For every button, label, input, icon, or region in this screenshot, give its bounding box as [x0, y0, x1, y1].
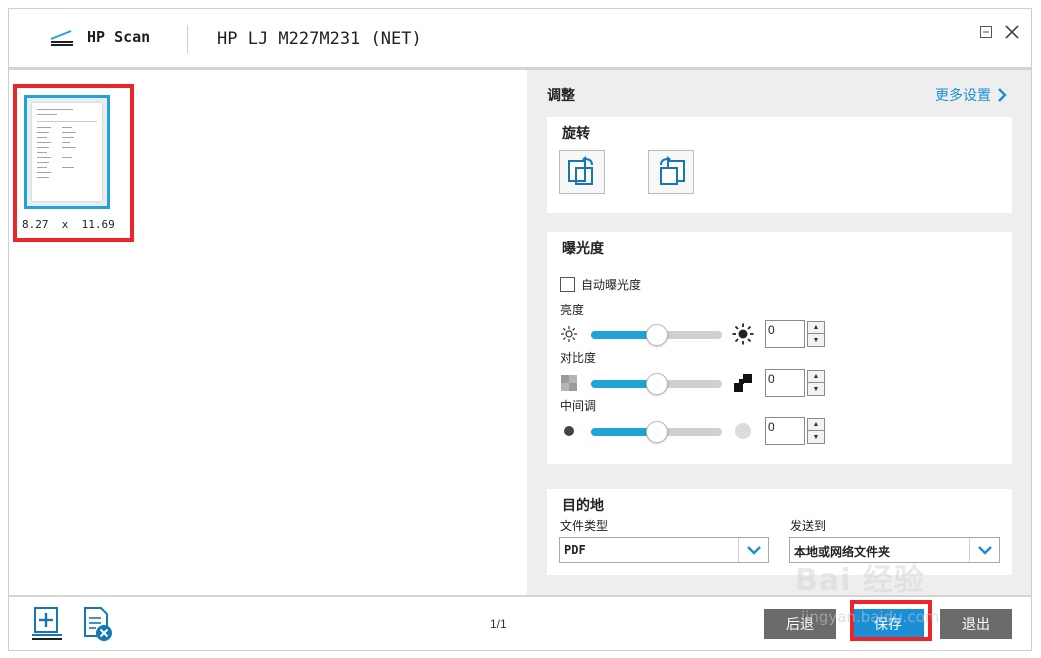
- destination-title: 目的地: [562, 497, 604, 513]
- midtone-value-input[interactable]: 0: [765, 417, 805, 445]
- midtone-label: 中间调: [560, 399, 597, 413]
- add-page-button[interactable]: [27, 604, 67, 644]
- file-type-select[interactable]: PDF: [559, 537, 769, 563]
- midtone-slider-thumb[interactable]: [645, 421, 668, 443]
- delete-page-button[interactable]: [77, 604, 117, 644]
- contrast-decrease-button[interactable]: ▼: [808, 383, 824, 395]
- destination-card: 目的地 文件类型 PDF 发送到 本地或网络文件夹: [547, 489, 1012, 575]
- contrast-increase-button[interactable]: ▲: [808, 371, 824, 383]
- chevron-down-icon: [738, 538, 768, 562]
- contrast-low-icon: [559, 373, 579, 393]
- contrast-slider-thumb[interactable]: [645, 373, 668, 395]
- brightness-slider-thumb[interactable]: [645, 324, 668, 346]
- page-counter: 1/1: [490, 617, 507, 631]
- sun-large-icon: [731, 323, 755, 345]
- close-button[interactable]: [1001, 21, 1023, 43]
- minimize-button[interactable]: [975, 21, 997, 43]
- settings-panel: 调整 更多设置 旋转 曝光度 自动曝光度 亮度 0 ▲ ▼ 对比度 0 ▲ ▼ …: [527, 70, 1031, 595]
- save-button[interactable]: 保存: [852, 609, 924, 639]
- contrast-slider-row: 0 ▲ ▼: [559, 369, 829, 397]
- contrast-value-input[interactable]: 0: [765, 369, 805, 397]
- header-divider: [187, 25, 188, 53]
- rotate-right-button[interactable]: [648, 150, 694, 194]
- file-type-value: PDF: [564, 543, 586, 557]
- sun-small-icon: [559, 324, 579, 344]
- contrast-label: 对比度: [560, 351, 597, 365]
- more-settings-link[interactable]: 更多设置: [935, 85, 1007, 105]
- send-to-select[interactable]: 本地或网络文件夹: [789, 537, 1000, 563]
- footer-bar: 1/1 后退 保存 退出: [9, 597, 1031, 650]
- auto-exposure-label: 自动曝光度: [581, 278, 642, 292]
- rotate-title: 旋转: [562, 125, 590, 141]
- hp-scan-window: HP Scan HP LJ M227M231 (NET) 8.27 x 11.6…: [8, 8, 1032, 651]
- midtone-slider[interactable]: [591, 421, 722, 443]
- brightness-label: 亮度: [560, 303, 585, 317]
- send-to-label: 发送到: [790, 519, 827, 533]
- contrast-high-icon: [731, 373, 755, 393]
- thumbnail-size-label: 8.27 x 11.69: [22, 218, 115, 231]
- close-icon: [1005, 25, 1019, 39]
- title-bar: HP Scan HP LJ M227M231 (NET): [9, 9, 1031, 67]
- brand: HP Scan: [49, 27, 150, 47]
- contrast-slider[interactable]: [591, 373, 722, 395]
- rotate-left-button[interactable]: [559, 150, 605, 194]
- midtone-increase-button[interactable]: ▲: [808, 419, 824, 431]
- page-thumbnail[interactable]: [24, 95, 110, 209]
- scanner-icon: [49, 27, 75, 47]
- midtone-decrease-button[interactable]: ▼: [808, 431, 824, 443]
- preview-area: 8.27 x 11.69: [9, 70, 527, 595]
- adjust-title: 调整: [547, 87, 575, 103]
- brightness-decrease-button[interactable]: ▼: [808, 334, 824, 346]
- add-page-icon: [32, 607, 62, 640]
- rotate-card: 旋转: [547, 117, 1012, 213]
- thumbnail-page: [32, 103, 102, 201]
- light-dot-icon: [731, 421, 755, 441]
- brightness-increase-button[interactable]: ▲: [808, 322, 824, 334]
- brightness-slider-row: 0 ▲ ▼: [559, 320, 829, 348]
- send-to-value: 本地或网络文件夹: [794, 545, 891, 559]
- rotate-left-icon: [568, 156, 593, 185]
- rotate-right-icon: [660, 156, 685, 185]
- brightness-slider[interactable]: [591, 324, 722, 346]
- dark-dot-icon: [559, 421, 579, 441]
- auto-exposure-checkbox[interactable]: [560, 277, 575, 292]
- midtone-slider-row: 0 ▲ ▼: [559, 417, 829, 445]
- minimize-icon: [980, 26, 992, 38]
- contrast-spinner: ▲ ▼: [807, 370, 825, 396]
- file-type-label: 文件类型: [560, 519, 609, 533]
- auto-exposure-option[interactable]: 自动曝光度: [560, 276, 641, 293]
- more-settings-label: 更多设置: [935, 87, 991, 103]
- device-name: HP LJ M227M231 (NET): [217, 29, 422, 49]
- exposure-title: 曝光度: [562, 240, 604, 256]
- back-button[interactable]: 后退: [764, 609, 836, 639]
- exit-button[interactable]: 退出: [940, 609, 1012, 639]
- delete-page-icon: [84, 607, 112, 641]
- chevron-right-icon: [998, 88, 1007, 102]
- brightness-spinner: ▲ ▼: [807, 321, 825, 347]
- exposure-card: 曝光度 自动曝光度 亮度 0 ▲ ▼ 对比度 0 ▲ ▼ 中间调 0 ▲ ▼: [547, 232, 1012, 464]
- chevron-down-icon: [969, 538, 999, 562]
- brightness-value-input[interactable]: 0: [765, 320, 805, 348]
- midtone-spinner: ▲ ▼: [807, 418, 825, 444]
- app-name: HP Scan: [87, 28, 151, 46]
